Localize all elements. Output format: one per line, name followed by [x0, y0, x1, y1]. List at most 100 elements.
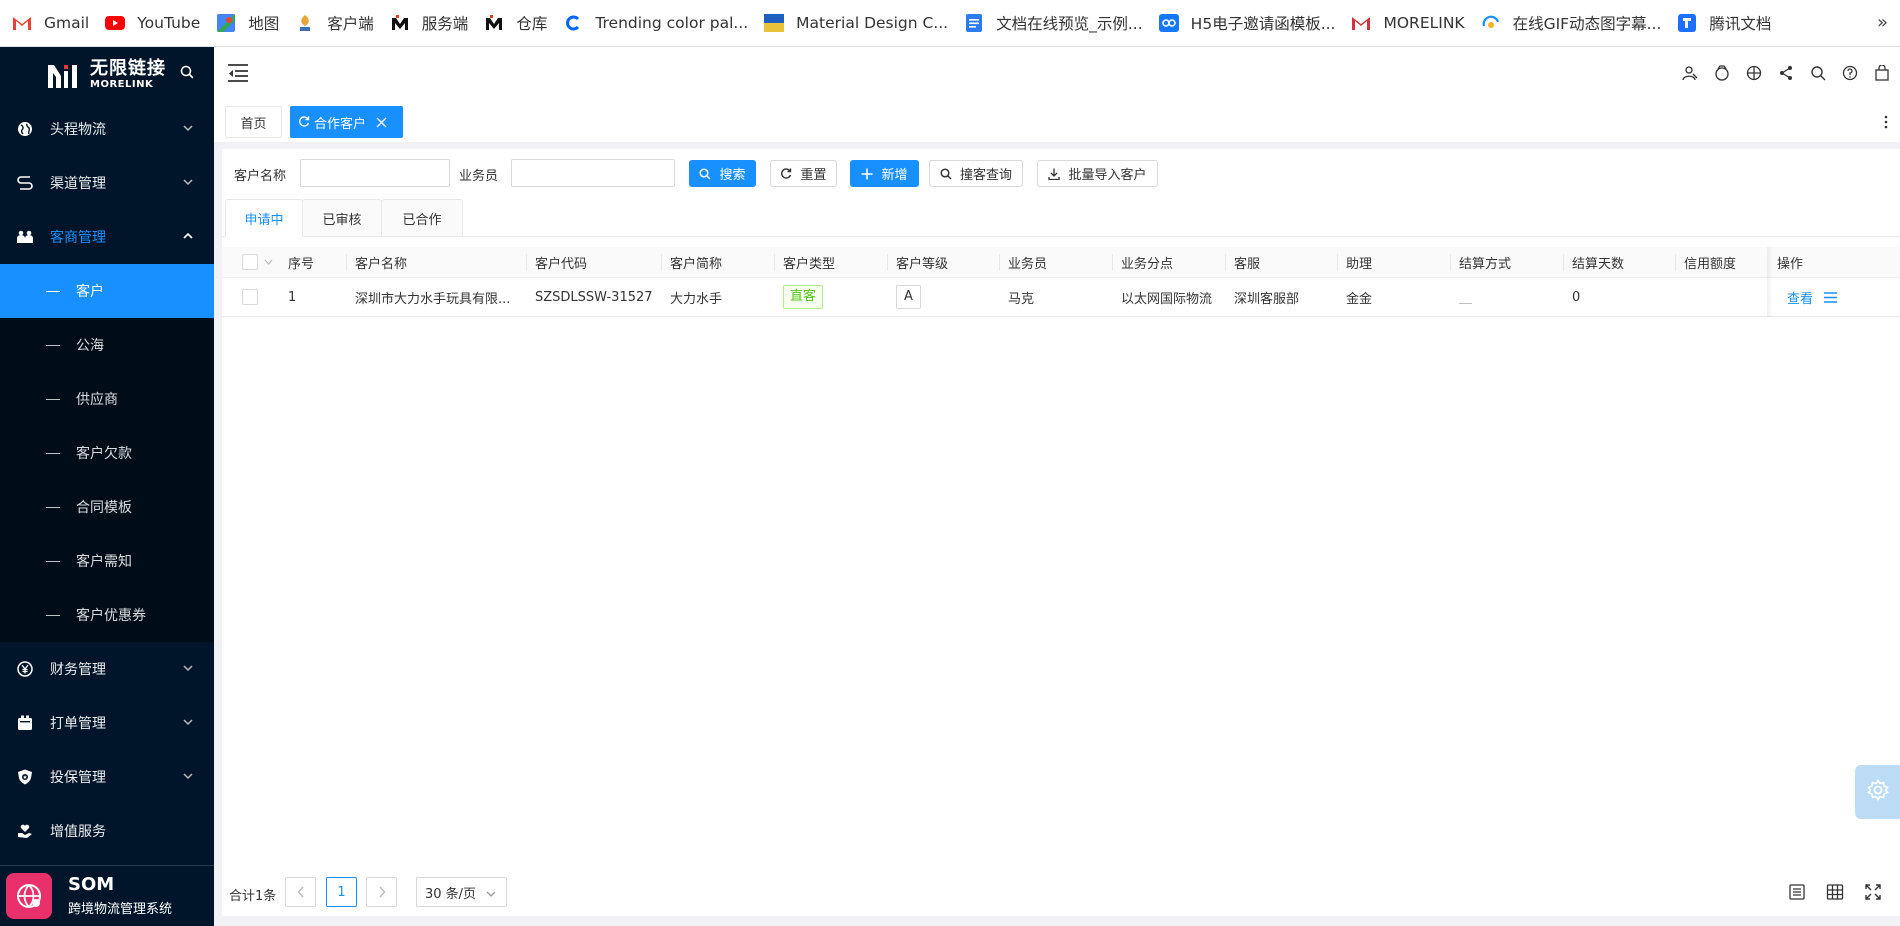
- list-menu-icon[interactable]: [1824, 278, 1837, 316]
- yen-icon: [16, 660, 34, 678]
- share-icon[interactable]: [1778, 65, 1794, 81]
- bookmark-label: H5电子邀请函模板...: [1190, 15, 1336, 33]
- logo-name-en: MORELINK: [90, 78, 154, 90]
- bookmark-gif[interactable]: 在线GIF动态图字幕...: [1475, 0, 1672, 47]
- dash-icon: [46, 290, 60, 292]
- more-vertical-icon[interactable]: [1884, 114, 1888, 130]
- sidebar-item-contract-templates[interactable]: 合同模板: [0, 480, 214, 534]
- bookmark-maps[interactable]: 地图: [210, 0, 289, 47]
- col-header: 业务员: [1008, 256, 1048, 272]
- density-icon[interactable]: [1788, 883, 1808, 903]
- menu-fold-icon[interactable]: [227, 63, 251, 85]
- cell-customer-code: SZSDLSSW-31527: [535, 289, 653, 305]
- search-button-label: 搜索: [719, 168, 746, 183]
- dash-icon: [46, 452, 60, 454]
- tab-cooperating-customers[interactable]: 合作客户: [290, 106, 403, 138]
- menu-customer-supplier-management[interactable]: 客商管理: [0, 210, 214, 264]
- bookmark-warehouse[interactable]: 仓库: [478, 0, 557, 47]
- logo-name-cn: 无限链接: [90, 57, 166, 79]
- search-icon[interactable]: [180, 65, 196, 81]
- user-switch-icon[interactable]: [1682, 65, 1698, 81]
- sidebar-item-customer-arrears[interactable]: 客户欠款: [0, 426, 214, 480]
- row-checkbox[interactable]: [242, 278, 258, 316]
- tab-applying[interactable]: 申请中: [225, 199, 303, 237]
- reload-icon[interactable]: [298, 116, 310, 128]
- duplicate-check-button[interactable]: 撞客查询: [929, 160, 1023, 187]
- download-icon: [1048, 168, 1061, 180]
- page-size-select[interactable]: 30 条/页: [416, 877, 507, 907]
- bookmark-label: 客户端: [327, 15, 374, 33]
- col-header: 客户名称: [355, 256, 408, 272]
- brand-logo[interactable]: 无限链接 MORELINK: [0, 47, 214, 102]
- table-row[interactable]: 1 深圳市大力水手玩具有限... SZSDLSSW-31527 大力水手 直客 …: [222, 278, 1900, 317]
- customer-level-tag: A: [896, 278, 921, 316]
- chevron-up-icon: [182, 230, 194, 242]
- bulk-import-label: 批量导入客户: [1068, 168, 1147, 183]
- bookmark-label: 在线GIF动态图字幕...: [1512, 15, 1662, 33]
- page-1-button[interactable]: 1: [326, 877, 357, 907]
- cell-branch: 以太网国际物流: [1121, 291, 1213, 307]
- search-icon[interactable]: [1810, 65, 1826, 81]
- tab-cooperating[interactable]: 已合作: [381, 199, 463, 237]
- bookmark-gmail[interactable]: Gmail: [6, 0, 99, 47]
- shopping-bag-icon[interactable]: [1874, 65, 1890, 81]
- bookmark-coolors[interactable]: Trending color pal...: [557, 0, 758, 47]
- customers-icon: [16, 228, 34, 246]
- bookmark-label: YouTube: [137, 14, 201, 32]
- bookmark-youtube[interactable]: YouTube: [99, 0, 210, 47]
- sidebar-item-customer-coupons[interactable]: 客户优惠券: [0, 588, 214, 642]
- bookmark-label: 腾讯文档: [1709, 15, 1772, 33]
- view-link[interactable]: 查看: [1787, 278, 1813, 316]
- fullscreen-icon[interactable]: [1864, 883, 1884, 903]
- language-icon[interactable]: [1746, 65, 1762, 81]
- chevron-down-icon: [182, 662, 194, 674]
- column-settings-icon[interactable]: [1826, 883, 1846, 903]
- bulk-import-button[interactable]: 批量导入客户: [1037, 160, 1158, 187]
- bookmark-doc[interactable]: 文档在线预览_示例...: [958, 0, 1153, 47]
- search-button[interactable]: 搜索: [689, 160, 756, 187]
- help-icon[interactable]: [1842, 65, 1858, 81]
- salesman-input[interactable]: [511, 159, 675, 187]
- close-icon[interactable]: [376, 117, 387, 128]
- bookmark-client[interactable]: 客户端: [289, 0, 384, 47]
- tab-home[interactable]: 首页: [225, 106, 282, 138]
- route-icon: [16, 174, 34, 192]
- sidebar: 无限链接 MORELINK 头程物流 渠道管理 客商管理 客户 公海 供应商 客…: [0, 47, 214, 926]
- menu-first-leg-logistics[interactable]: 头程物流: [0, 102, 214, 156]
- menu-channel-management[interactable]: 渠道管理: [0, 156, 214, 210]
- bookmarks-overflow-button[interactable]: »: [1877, 12, 1888, 33]
- sidebar-item-suppliers[interactable]: 供应商: [0, 372, 214, 426]
- menu-insurance-management[interactable]: 投保管理: [0, 750, 214, 804]
- morelink-logo-icon: [48, 61, 84, 89]
- page-number: 1: [337, 884, 346, 900]
- menu-print-management[interactable]: 打单管理: [0, 696, 214, 750]
- customer-name-input[interactable]: [300, 159, 450, 187]
- bookmark-h5[interactable]: H5电子邀请函模板...: [1153, 0, 1346, 47]
- add-button[interactable]: 新增: [850, 160, 919, 187]
- server-icon: [390, 13, 410, 33]
- search-icon: [940, 167, 952, 180]
- bookmark-tencent-docs[interactable]: 腾讯文档: [1671, 0, 1781, 47]
- col-header: 客户代码: [535, 256, 588, 272]
- select-all-checkbox[interactable]: [242, 247, 258, 277]
- bookmark-server[interactable]: 服务端: [384, 0, 479, 47]
- menu-finance-management[interactable]: 财务管理: [0, 642, 214, 696]
- menu-label: 财务管理: [50, 662, 106, 678]
- menu-value-added-services[interactable]: 增值服务: [0, 804, 214, 858]
- lock-screen-icon[interactable]: [1714, 65, 1730, 81]
- sidebar-item-customer-notice[interactable]: 客户需知: [0, 534, 214, 588]
- tab-approved[interactable]: 已审核: [302, 199, 382, 237]
- bookmark-morelink[interactable]: MORELINK: [1345, 0, 1474, 47]
- bookmark-label: 仓库: [516, 15, 548, 33]
- pagination-total: 合计1条: [229, 889, 277, 904]
- select-dropdown-icon[interactable]: [264, 247, 273, 277]
- bookmark-material[interactable]: Material Design C...: [758, 0, 958, 47]
- next-page-button[interactable]: [366, 877, 397, 907]
- reset-button[interactable]: 重置: [770, 160, 837, 187]
- cell-service: 深圳客服部: [1234, 291, 1300, 307]
- settings-float-button[interactable]: [1855, 765, 1900, 819]
- sidebar-item-customers[interactable]: 客户: [0, 264, 214, 318]
- sidebar-item-public-pool[interactable]: 公海: [0, 318, 214, 372]
- tag-label: A: [896, 285, 921, 309]
- prev-page-button[interactable]: [285, 877, 316, 907]
